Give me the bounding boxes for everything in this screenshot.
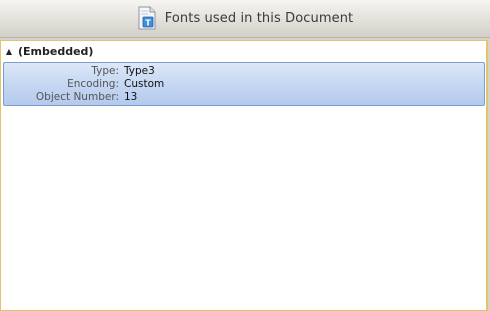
property-row-object-number: Object Number: 13	[4, 91, 484, 104]
property-value: Type3	[124, 65, 155, 77]
property-row-type: Type: Type3	[4, 65, 484, 78]
fonts-list-panel[interactable]: ▲ (Embedded) Type: Type3 Encoding: Custo…	[0, 40, 488, 311]
document-font-icon: T	[137, 6, 157, 30]
collapse-triangle-icon[interactable]: ▲	[1, 41, 17, 61]
property-value: 13	[124, 91, 138, 103]
panel-header: T Fonts used in this Document	[0, 0, 490, 38]
svg-text:T: T	[145, 19, 151, 28]
property-value: Custom	[124, 78, 165, 90]
group-header-embedded[interactable]: ▲ (Embedded)	[1, 41, 486, 61]
header-content: T Fonts used in this Document	[0, 6, 490, 30]
header-title: Fonts used in this Document	[164, 10, 354, 26]
property-row-encoding: Encoding: Custom	[4, 78, 484, 91]
font-list-item[interactable]: Type: Type3 Encoding: Custom Object Numb…	[3, 62, 485, 106]
group-label: (Embedded)	[18, 44, 94, 58]
fonts-window: T Fonts used in this Document ▲ (Embedde…	[0, 0, 490, 311]
property-label: Object Number:	[35, 91, 119, 103]
property-label: Type:	[91, 65, 119, 77]
property-label: Encoding:	[67, 78, 119, 90]
